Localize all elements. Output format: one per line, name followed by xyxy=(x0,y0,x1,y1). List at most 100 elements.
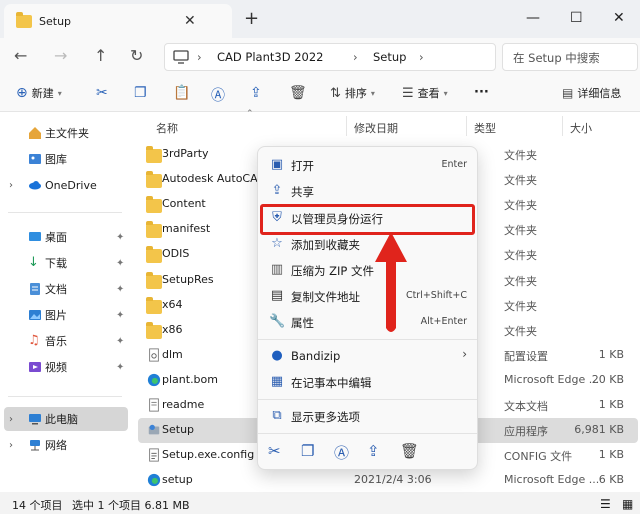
video-icon xyxy=(29,362,41,372)
folder-icon xyxy=(146,221,162,239)
view-label: 查看 xyxy=(417,87,440,100)
details-view-icon[interactable]: ☰ xyxy=(600,497,611,511)
sidebar-item-gallery[interactable]: 图库 xyxy=(0,147,130,171)
file-name: setup xyxy=(162,473,193,487)
sidebar-item-onedrive[interactable]: › OneDrive xyxy=(0,173,130,197)
breadcrumb-setup[interactable]: Setup xyxy=(373,50,406,64)
pin-icon[interactable]: ✦ xyxy=(116,258,124,269)
copy-icon[interactable]: ❐ xyxy=(301,442,314,460)
pin-icon[interactable]: ✦ xyxy=(116,336,124,347)
file-type: 文件夹 xyxy=(504,174,537,188)
address-bar[interactable]: › CAD Plant3D 2022 › Setup › xyxy=(164,43,496,71)
close-tab-button[interactable]: ✕ xyxy=(184,13,196,29)
column-header-type[interactable]: 类型 xyxy=(474,120,496,136)
menu-item-more-options[interactable]: ⧉ 显示更多选项 xyxy=(264,403,473,429)
details-button[interactable]: ▤ 详细信息 xyxy=(562,85,621,101)
delete-icon[interactable]: 🗑 xyxy=(289,85,307,101)
file-name: Setup.exe.config xyxy=(162,448,255,462)
paste-icon[interactable]: 📋 xyxy=(173,85,190,101)
selection-info: 选中 1 个项目 6.81 MB xyxy=(72,499,190,512)
forward-icon[interactable]: → xyxy=(54,46,67,65)
menu-item-open[interactable]: ▣ 打开 Enter xyxy=(264,152,473,178)
sort-icon: ⇅ xyxy=(330,85,341,101)
cut-icon[interactable]: ✂ xyxy=(268,442,281,460)
sidebar-item-music[interactable]: ♫ 音乐 ✦ xyxy=(0,329,130,353)
file-type: CONFIG 文件 xyxy=(504,450,573,464)
breadcrumb-separator: › xyxy=(197,50,202,64)
cut-icon[interactable]: ✂ xyxy=(96,85,108,101)
file-name: ODIS xyxy=(162,247,190,261)
picture-icon xyxy=(29,310,41,320)
column-divider[interactable] xyxy=(562,116,563,136)
pin-icon[interactable]: ✦ xyxy=(116,284,124,295)
menu-item-share[interactable]: ⇪ 共享 xyxy=(264,178,473,204)
tab-setup[interactable]: Setup ✕ xyxy=(4,4,232,38)
pin-icon[interactable]: ✦ xyxy=(116,362,124,373)
menu-item-properties[interactable]: 🔧 属性 Alt+Enter xyxy=(264,309,473,335)
menu-item-zip[interactable]: ▥ 压缩为 ZIP 文件 xyxy=(264,257,473,283)
rename-icon[interactable]: Ⓐ xyxy=(334,442,349,463)
column-header-size[interactable]: 大小 xyxy=(570,120,592,136)
file-type: 文本文档 xyxy=(504,400,548,413)
sidebar-item-label: 桌面 xyxy=(45,231,67,244)
chevron-right-icon[interactable]: › xyxy=(9,440,13,451)
back-icon[interactable]: ← xyxy=(14,46,27,65)
sidebar-item-downloads[interactable]: ↓ 下载 ✦ xyxy=(0,251,130,275)
command-toolbar: ⊕ 新建 ▾ ✂ ❐ 📋 Ⓐ ⇪ 🗑 ⇅ 排序 ▾ ☰ 查看 ▾ ··· ▤ 详… xyxy=(0,76,640,112)
copy-icon[interactable]: ❐ xyxy=(134,85,147,101)
search-input[interactable]: 在 Setup 中搜索 xyxy=(502,43,638,71)
close-button[interactable]: ✕ xyxy=(613,10,625,26)
column-header-date[interactable]: 修改日期 xyxy=(354,120,398,136)
sort-label: 排序 xyxy=(344,87,367,100)
navigation-pane: 主文件夹 图库 › OneDrive 桌面 ✦ ↓ 下载 ✦ 文档 ✦ 图片 ✦… xyxy=(0,112,130,492)
refresh-icon[interactable]: ↻ xyxy=(130,46,143,65)
file-type: 文件夹 xyxy=(504,274,537,288)
file-row[interactable]: setup 2021/2/4 3:06 Microsoft Edge ... 6 KB xyxy=(138,468,638,493)
chevron-right-icon[interactable]: › xyxy=(9,180,13,191)
sidebar-item-this-pc[interactable]: › 此电脑 xyxy=(4,407,128,431)
delete-icon[interactable]: 🗑 xyxy=(400,442,419,460)
new-tab-button[interactable]: + xyxy=(244,8,259,29)
new-button[interactable]: ⊕ 新建 ▾ xyxy=(16,85,62,101)
cloud-icon xyxy=(29,181,41,190)
sidebar-item-network[interactable]: › 网络 xyxy=(0,433,130,457)
file-name: x64 xyxy=(162,297,183,311)
menu-item-label: 压缩为 ZIP 文件 xyxy=(291,264,375,278)
open-icon: ▣ xyxy=(270,157,284,172)
more-button[interactable]: ··· xyxy=(474,85,489,100)
maximize-button[interactable]: ☐ xyxy=(570,10,583,26)
column-divider[interactable] xyxy=(466,116,467,136)
share-icon[interactable]: ⇪ xyxy=(250,85,262,101)
sidebar-item-documents[interactable]: 文档 ✦ xyxy=(0,277,130,301)
file-name: dlm xyxy=(162,347,183,361)
notepad-icon: ▦ xyxy=(270,374,284,389)
rename-icon[interactable]: Ⓐ xyxy=(211,85,225,105)
sidebar-item-pictures[interactable]: 图片 ✦ xyxy=(0,303,130,327)
file-name: x86 xyxy=(162,322,183,336)
sidebar-item-desktop[interactable]: 桌面 ✦ xyxy=(0,225,130,249)
breadcrumb-cad[interactable]: CAD Plant3D 2022 xyxy=(217,50,323,64)
column-header-name[interactable]: 名称 xyxy=(156,120,178,136)
tiles-view-icon[interactable]: ▦ xyxy=(622,497,633,511)
sidebar-item-videos[interactable]: 视频 ✦ xyxy=(0,355,130,379)
file-type: 文件夹 xyxy=(504,199,537,213)
share-icon: ⇪ xyxy=(271,183,283,198)
sidebar-item-label: 音乐 xyxy=(45,335,67,348)
sidebar-item-label: OneDrive xyxy=(45,178,97,192)
file-date: 2021/2/4 3:06 xyxy=(354,473,432,487)
minimize-button[interactable]: — xyxy=(526,10,540,26)
view-button[interactable]: ☰ 查看 ▾ xyxy=(402,85,448,101)
menu-item-bandizip[interactable]: ● Bandizip › xyxy=(264,343,473,369)
document-icon xyxy=(30,283,40,295)
menu-item-copy-path[interactable]: ▤ 复制文件地址 Ctrl+Shift+C xyxy=(264,283,473,309)
sidebar-item-label: 下载 xyxy=(45,257,67,270)
column-divider[interactable] xyxy=(346,116,347,136)
chevron-right-icon[interactable]: › xyxy=(9,414,13,425)
share-icon[interactable]: ⇪ xyxy=(367,442,380,460)
sort-button[interactable]: ⇅ 排序 ▾ xyxy=(330,85,375,101)
pin-icon[interactable]: ✦ xyxy=(116,232,124,243)
sidebar-item-home[interactable]: 主文件夹 xyxy=(0,121,130,145)
up-icon[interactable]: ↑ xyxy=(94,46,107,65)
menu-item-edit-notepad[interactable]: ▦ 在记事本中编辑 xyxy=(264,369,473,395)
pin-icon[interactable]: ✦ xyxy=(116,310,124,321)
